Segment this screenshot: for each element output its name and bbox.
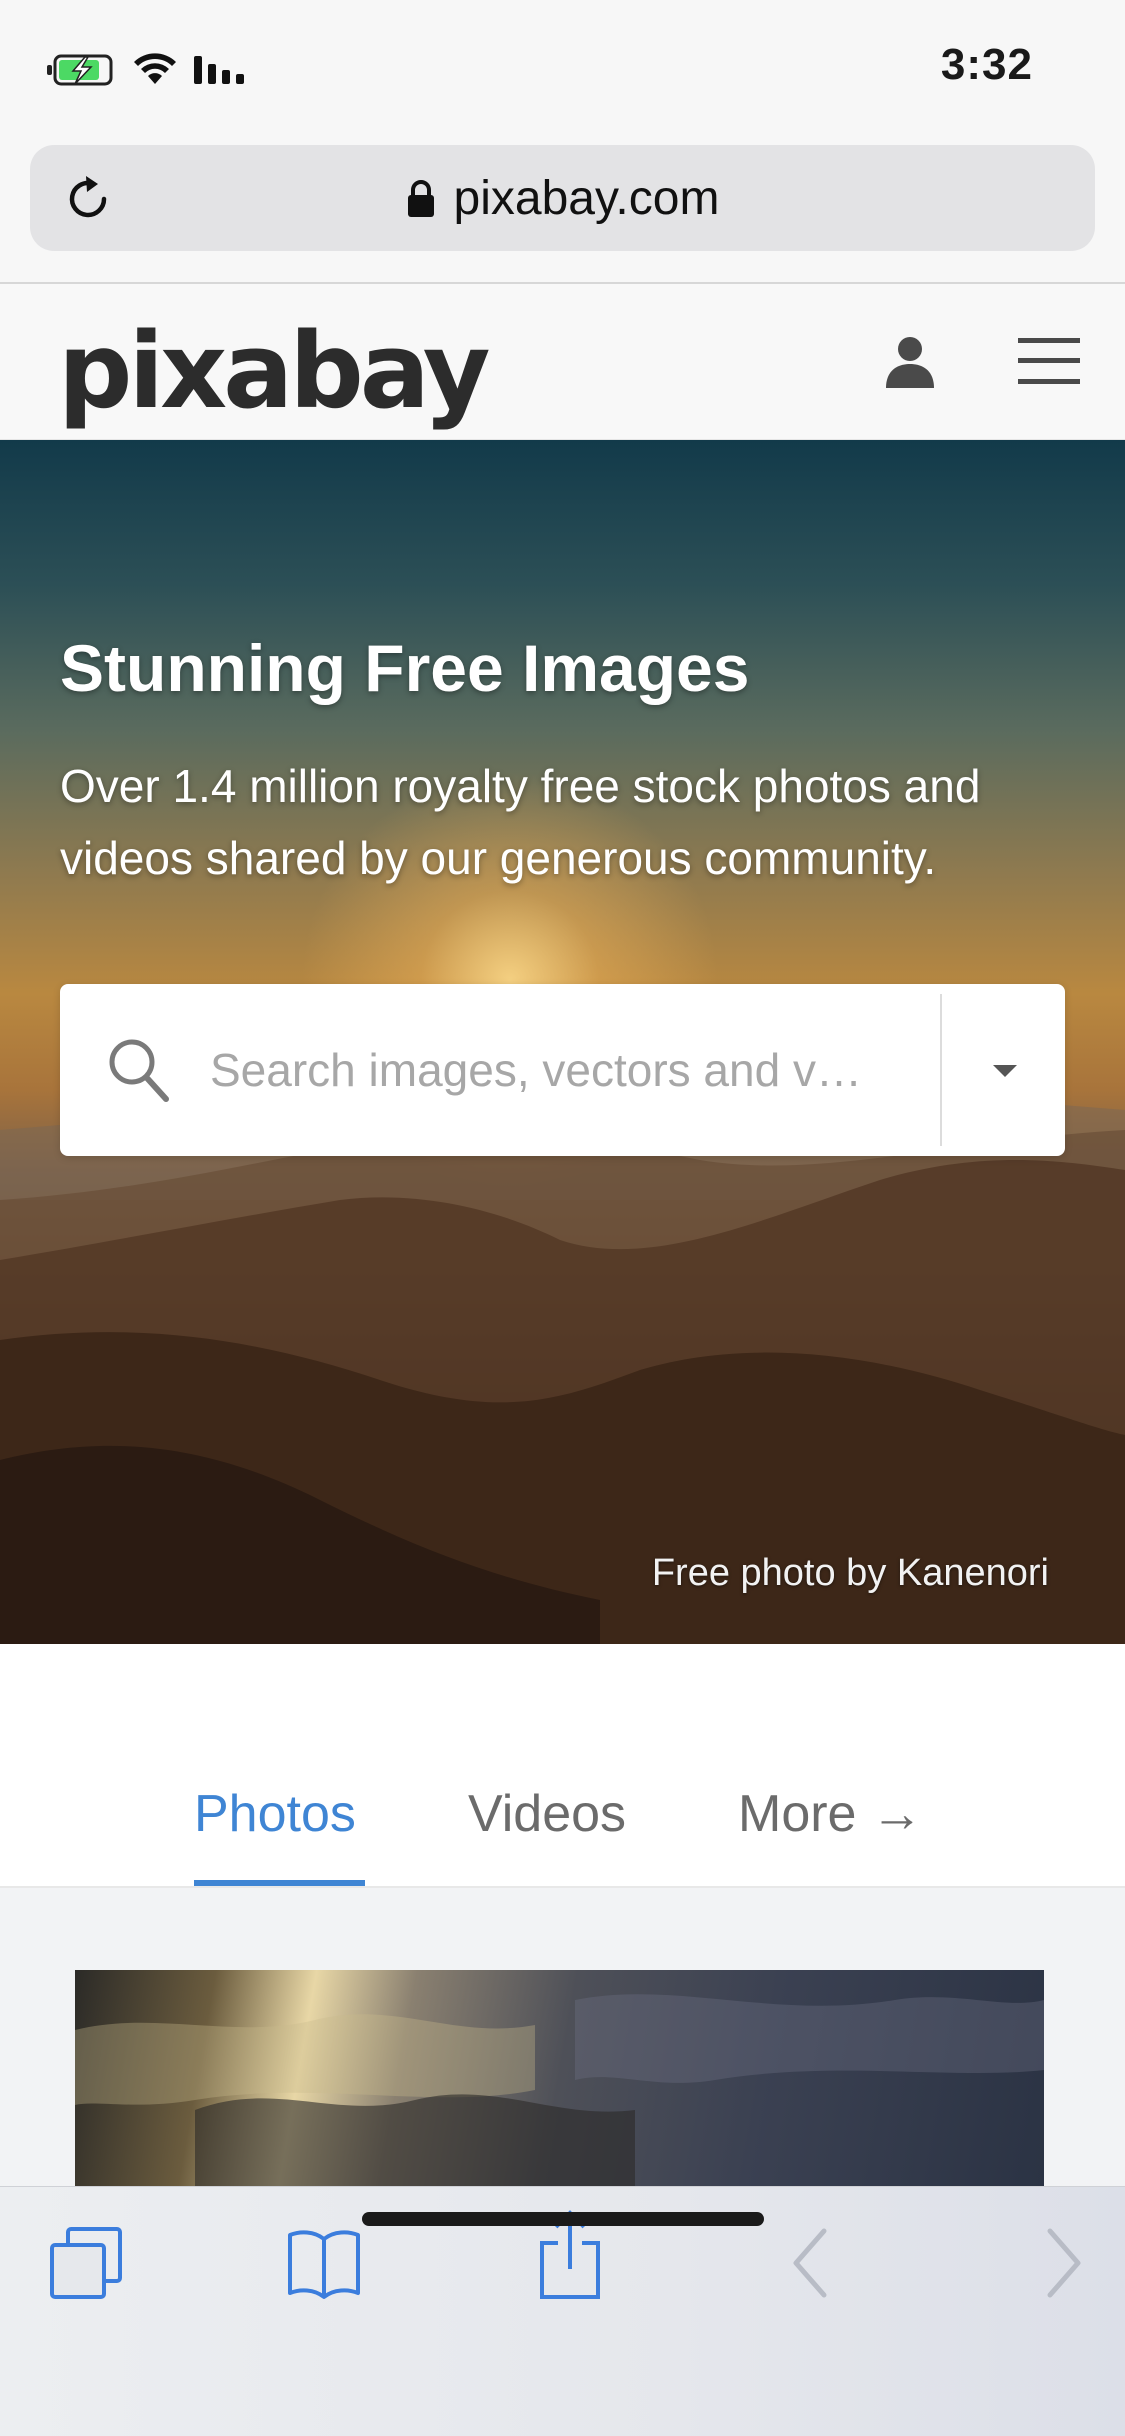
status-bar: 3:32 bbox=[0, 0, 1125, 140]
wifi-icon bbox=[134, 53, 176, 84]
tab-more[interactable]: More → bbox=[738, 1784, 923, 1844]
hero-subtitle: Over 1.4 million royalty free stock phot… bbox=[60, 760, 981, 884]
pixabay-logo[interactable]: pixabay bbox=[58, 310, 491, 432]
hero-banner: Stunning Free Images Over 1.4 million ro… bbox=[0, 440, 1125, 1644]
hero-title: Stunning Free Images bbox=[60, 631, 750, 705]
bookmarks-icon[interactable] bbox=[286, 2225, 362, 2301]
home-indicator[interactable] bbox=[362, 2212, 764, 2226]
lock-icon bbox=[407, 180, 434, 217]
status-time: 3:32 bbox=[940, 40, 1033, 89]
active-tab-indicator bbox=[194, 1880, 365, 1886]
search-input[interactable] bbox=[210, 1024, 950, 1116]
cloud-sky-image bbox=[75, 1994, 1044, 2190]
gallery-image[interactable] bbox=[75, 1970, 1044, 2190]
url-text: pixabay.com bbox=[453, 171, 720, 225]
tabs-icon[interactable] bbox=[48, 2225, 124, 2301]
user-icon[interactable] bbox=[884, 334, 936, 390]
caret-down-icon[interactable] bbox=[990, 1056, 1020, 1086]
search-icon[interactable] bbox=[106, 1036, 170, 1104]
media-tabs: Photos Videos More → bbox=[0, 1644, 1125, 1888]
photo-credit[interactable]: Free photo by Kanenori bbox=[652, 1552, 1049, 1595]
image-gallery bbox=[0, 1888, 1125, 2190]
site-header: pixabay bbox=[0, 284, 1125, 440]
forward-icon[interactable] bbox=[1044, 2225, 1084, 2301]
tab-videos[interactable]: Videos bbox=[468, 1784, 626, 1844]
url-display[interactable]: pixabay.com bbox=[30, 145, 1095, 251]
search-box[interactable] bbox=[60, 984, 1065, 1156]
address-bar[interactable]: pixabay.com bbox=[30, 145, 1095, 251]
battery-charging-icon bbox=[47, 54, 113, 86]
search-divider bbox=[940, 994, 942, 1146]
tab-photos[interactable]: Photos bbox=[194, 1784, 356, 1844]
cellular-signal-icon bbox=[194, 56, 244, 84]
hamburger-menu-icon[interactable] bbox=[1018, 336, 1080, 386]
back-icon[interactable] bbox=[790, 2225, 830, 2301]
